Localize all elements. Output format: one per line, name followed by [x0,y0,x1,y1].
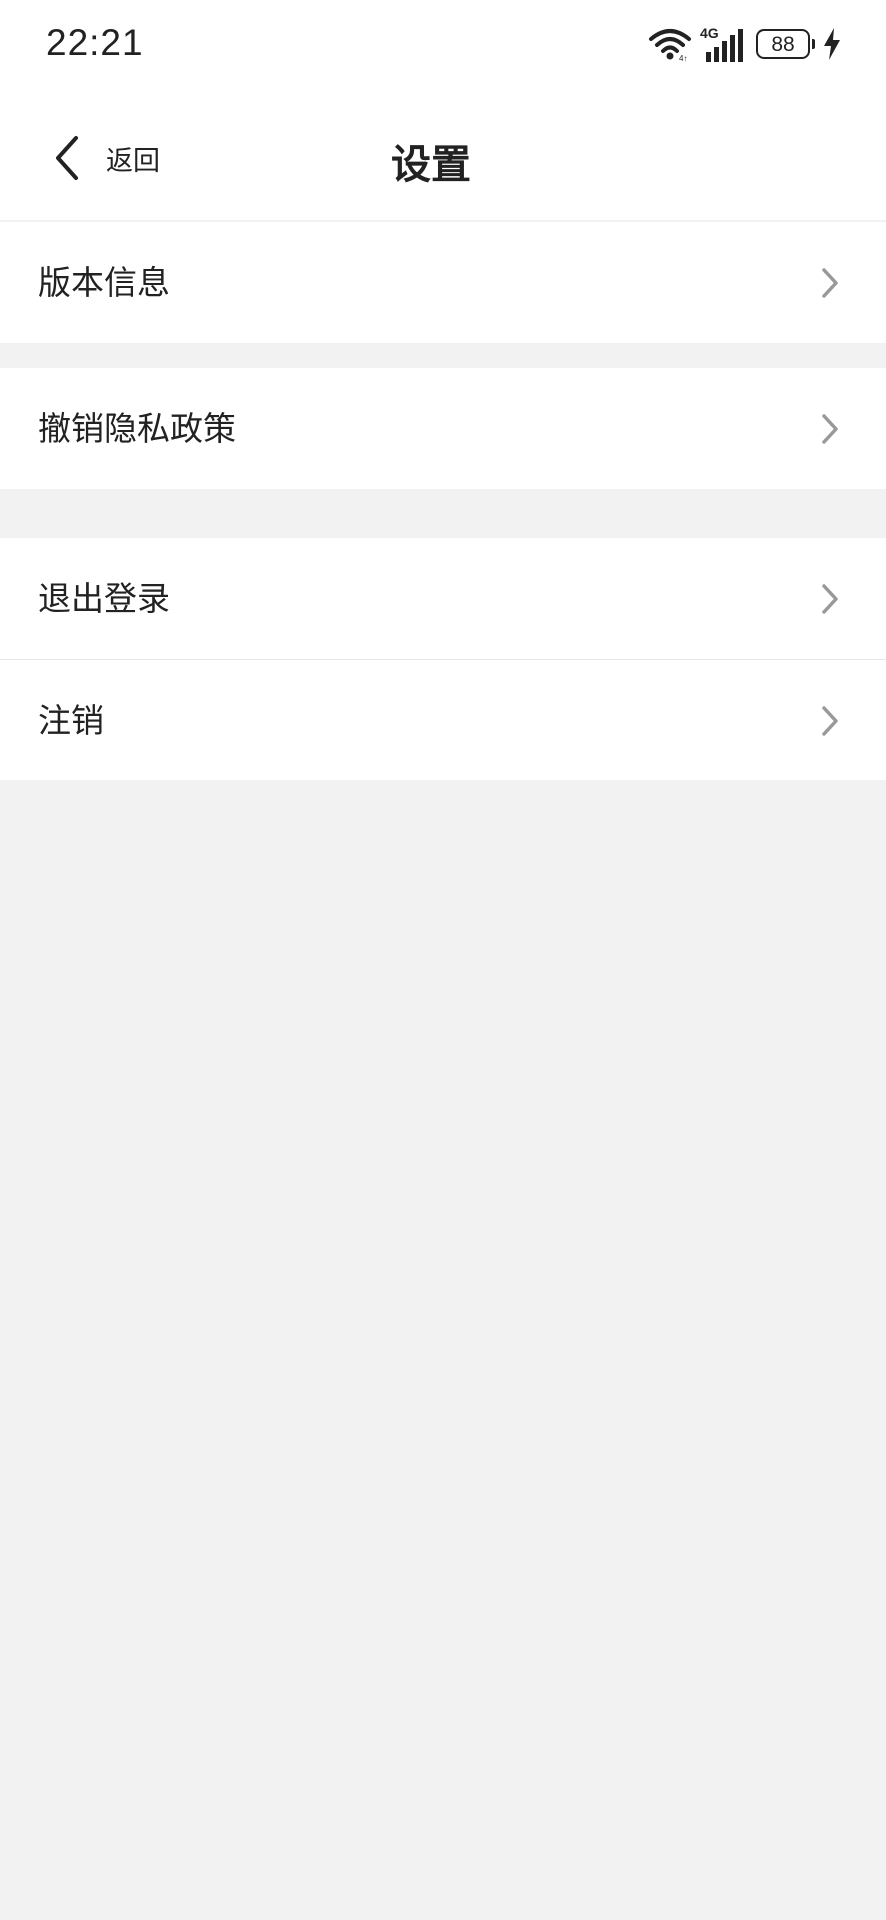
revoke-privacy-policy-item[interactable]: 撤销隐私政策 [0,368,886,489]
version-info-item[interactable]: 版本信息 [0,222,886,343]
status-icons: 4↑ 4G 88 [648,24,842,64]
settings-group-2: 撤销隐私政策 [0,368,886,489]
settings-group-1: 版本信息 [0,222,886,343]
status-time: 22:21 [46,22,144,63]
battery-level: 88 [771,32,795,56]
svg-text:4↑: 4↑ [679,54,687,62]
chevron-right-icon [822,584,838,614]
cellular-status: 4G [700,26,744,62]
logout-item[interactable]: 退出登录 [0,538,886,659]
settings-group-3: 退出登录 注销 [0,538,886,780]
version-info-label: 版本信息 [38,263,170,302]
nav-bar: 返回 设置 [0,90,886,220]
cancel-account-item[interactable]: 注销 [0,659,886,780]
revoke-privacy-policy-label: 撤销隐私政策 [38,409,236,448]
battery-icon: 88 [756,29,815,59]
chevron-right-icon [822,268,838,298]
status-bar: 22:21 4↑ 4G 88 [0,0,886,90]
cancel-account-label: 注销 [38,701,104,740]
wifi-icon: 4↑ [649,29,691,62]
chevron-right-icon [822,706,838,736]
page-title: 设置 [391,142,471,188]
chevron-right-icon [822,414,838,444]
logout-label: 退出登录 [38,579,170,618]
charging-icon [824,28,840,60]
signal-icon [706,29,743,62]
